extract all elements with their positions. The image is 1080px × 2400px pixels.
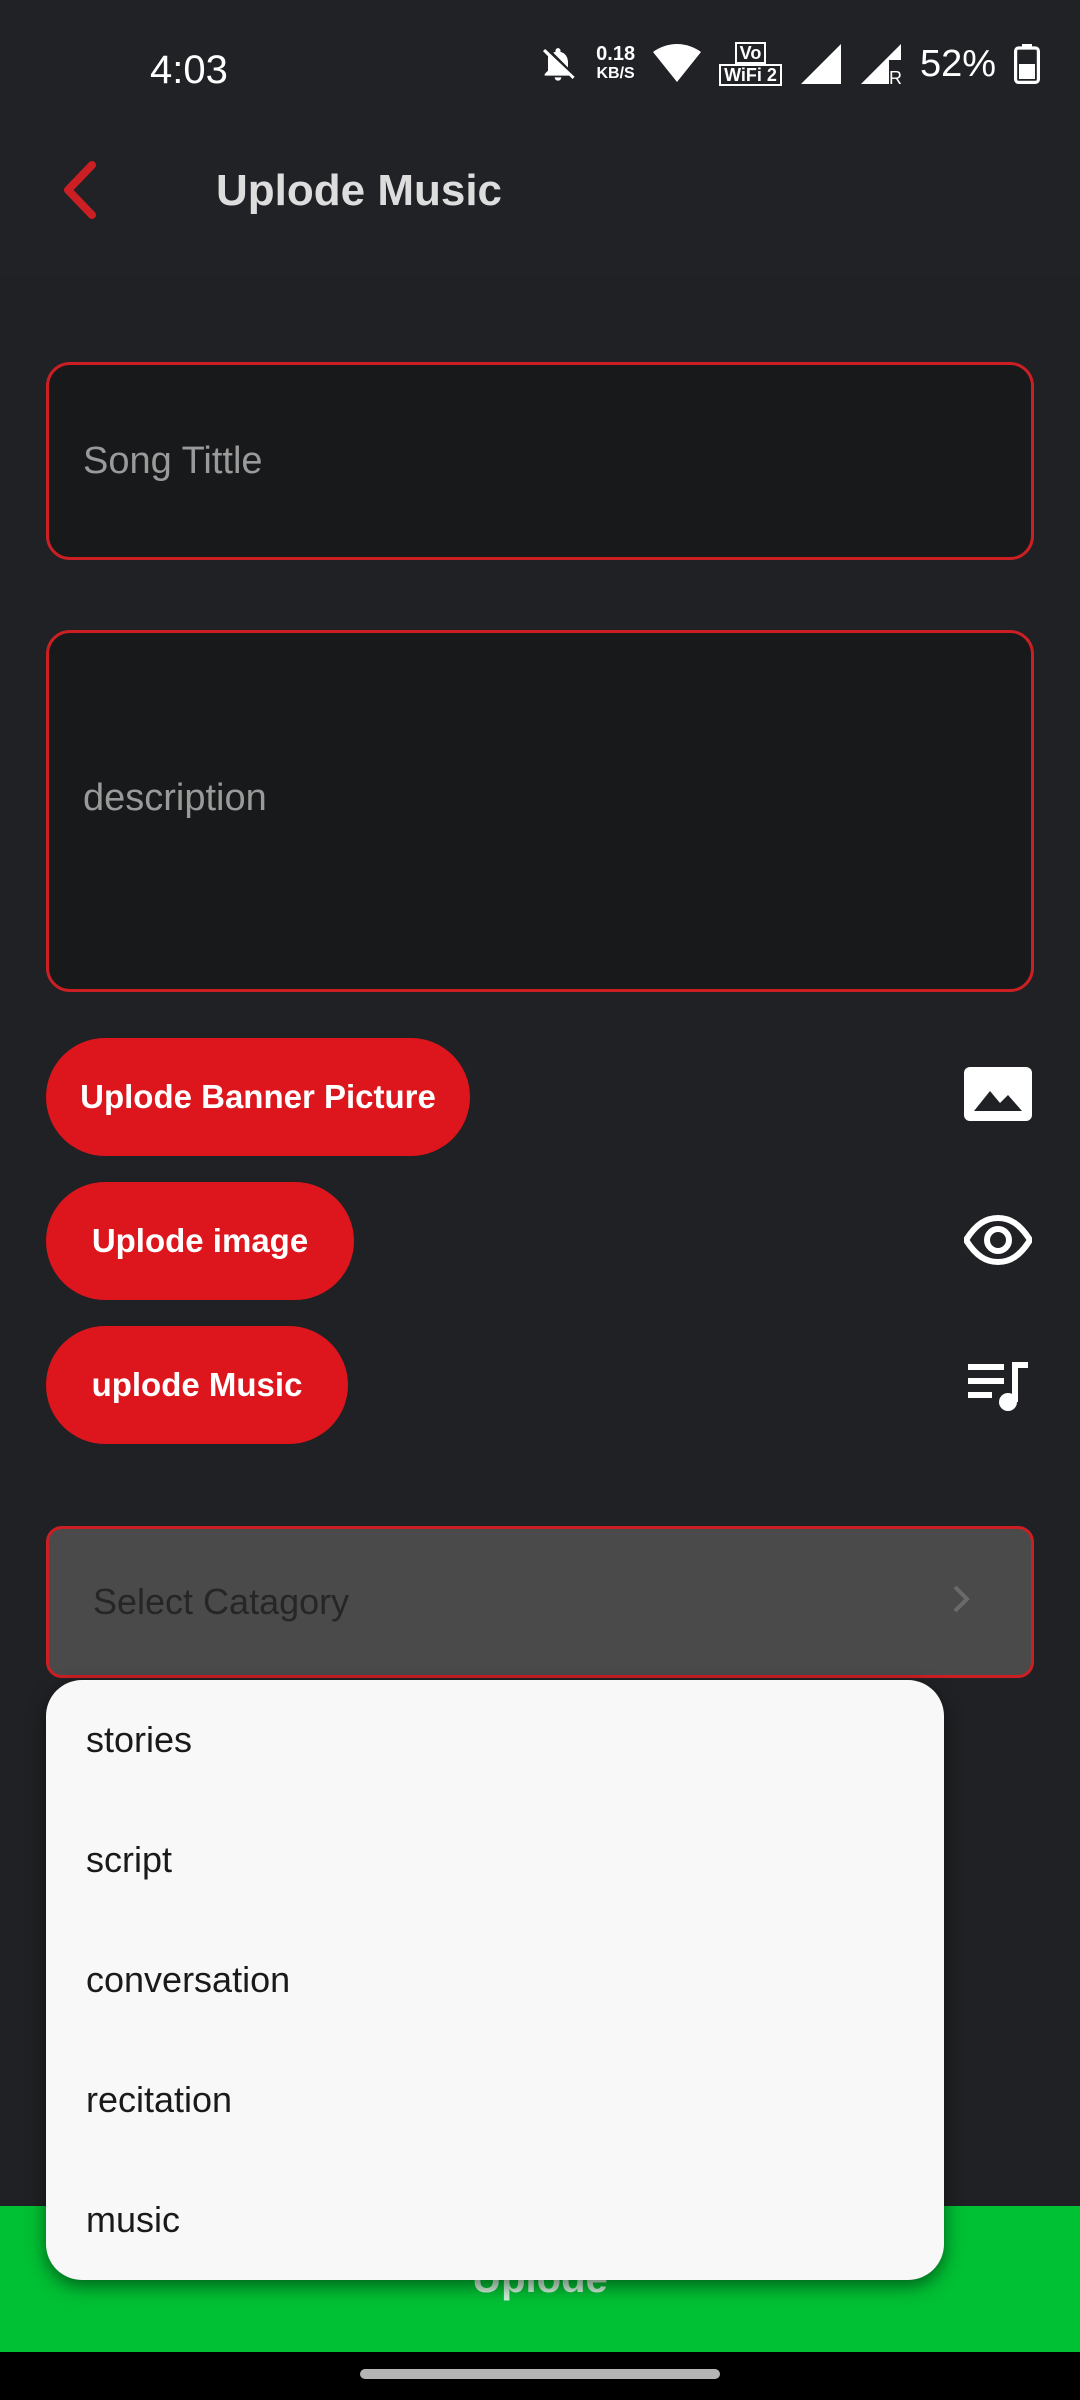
- category-option-script[interactable]: script: [46, 1800, 944, 1920]
- volte-label: Vo: [734, 42, 767, 64]
- upload-music-button[interactable]: uplode Music: [46, 1326, 348, 1444]
- signal-icon: [800, 44, 841, 84]
- net-speed-unit: KB/S: [596, 65, 635, 82]
- signal-roaming-icon: R: [860, 44, 902, 84]
- home-gesture-handle[interactable]: [360, 2369, 720, 2379]
- category-select[interactable]: Select Catagory: [46, 1526, 1034, 1678]
- category-option-conversation[interactable]: conversation: [46, 1920, 944, 2040]
- category-option-recitation[interactable]: recitation: [46, 2040, 944, 2160]
- song-title-field[interactable]: [46, 362, 1034, 560]
- notifications-off-icon: [543, 48, 575, 81]
- svg-text:R: R: [889, 68, 902, 84]
- category-select-label: Select Catagory: [93, 1581, 350, 1622]
- back-button[interactable]: [50, 155, 120, 225]
- song-title-input[interactable]: [49, 365, 1031, 557]
- back-arrow-icon: [64, 161, 96, 219]
- wifi-calling-label: WiFi 2: [719, 64, 782, 86]
- status-time: 4:03: [150, 48, 228, 92]
- chevron-right-icon: [953, 1585, 970, 1613]
- image-icon[interactable]: [964, 1063, 1032, 1131]
- description-input[interactable]: [49, 633, 1031, 989]
- status-icons: 0.18 KB/S Vo WiFi 2 R 52%: [538, 42, 1040, 86]
- battery-icon: [1014, 44, 1040, 84]
- category-menu: stories script conversation recitation m…: [46, 1680, 944, 2280]
- net-speed-value: 0.18: [596, 43, 636, 65]
- net-speed: 0.18 KB/S: [596, 44, 635, 84]
- upload-banner-picture-button[interactable]: Uplode Banner Picture: [46, 1038, 470, 1156]
- app-bar: [0, 150, 1080, 275]
- page-title: Uplode Music: [216, 166, 503, 215]
- category-option-stories[interactable]: stories: [46, 1680, 944, 1800]
- vowifi-badge: Vo WiFi 2: [719, 42, 782, 86]
- upload-image-button[interactable]: Uplode image: [46, 1182, 354, 1300]
- battery-percent: 52%: [919, 42, 996, 85]
- eye-icon[interactable]: [962, 1206, 1034, 1274]
- wifi-icon: [653, 44, 702, 82]
- description-field[interactable]: [46, 630, 1034, 992]
- playlist-music-icon[interactable]: [964, 1352, 1032, 1420]
- category-option-music[interactable]: music: [46, 2160, 944, 2280]
